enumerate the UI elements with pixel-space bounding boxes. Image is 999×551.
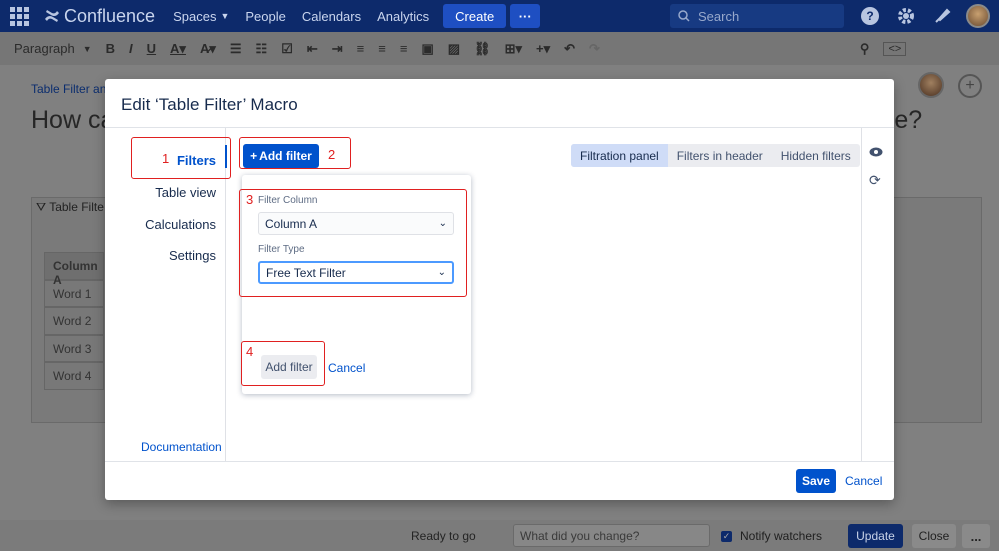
annotation-number-4: 4 <box>246 344 254 359</box>
annotation-number-1: 1 <box>162 151 170 166</box>
table-row: Word 3 <box>44 334 104 362</box>
editor-toolbar: Paragraph ▼ B I U A▾ A̷▾ ☰ ☷ ☑ ⇤ ⇥ ≡ ≡ ≡ … <box>0 32 999 65</box>
table-row: Word 4 <box>44 362 104 390</box>
table-icon[interactable]: ⊞▾ <box>505 41 522 57</box>
filter-icon: ⛛ <box>36 200 50 214</box>
add-filter-label: Add filter <box>259 149 312 163</box>
eye-icon[interactable] <box>869 145 883 160</box>
notify-label: Notify watchers <box>740 529 823 543</box>
create-button[interactable]: Create <box>443 4 507 28</box>
main-nav: Spaces ▼ People Calendars Analytics <box>173 9 429 24</box>
link-icon[interactable]: ⛓ <box>474 41 491 57</box>
layout-icon[interactable]: ▣ <box>421 41 433 57</box>
cancel-button[interactable]: Cancel <box>845 474 882 488</box>
annotation-number-2: 2 <box>328 147 336 162</box>
preview-table: Column A Word 1 Word 2 Word 3 Word 4 <box>44 252 104 390</box>
confluence-icon <box>45 10 59 22</box>
italic-icon[interactable]: I <box>129 41 133 56</box>
align-center-icon[interactable]: ≡ <box>378 41 386 56</box>
bullet-list-icon[interactable]: ☰ <box>230 41 242 57</box>
task-list-icon[interactable]: ☑ <box>281 41 293 57</box>
nav-people[interactable]: People <box>245 9 285 24</box>
align-right-icon[interactable]: ≡ <box>400 41 408 56</box>
sidebar-item-settings[interactable]: Settings <box>169 248 216 263</box>
align-left-icon[interactable]: ≡ <box>357 41 365 56</box>
annotation-number-3: 3 <box>246 192 254 207</box>
page-title[interactable]: How ca <box>31 106 114 135</box>
tab-filters-in-header[interactable]: Filters in header <box>668 144 772 167</box>
redo-icon[interactable]: ↷ <box>589 41 600 57</box>
top-navigation: Confluence Spaces ▼ People Calendars Anal… <box>0 0 999 32</box>
tab-filtration-panel[interactable]: Filtration panel <box>571 144 668 167</box>
nav-spaces-label: Spaces <box>173 8 217 24</box>
top-right-icons: ? <box>858 4 990 28</box>
insert-icon[interactable]: +▾ <box>536 41 550 57</box>
macro-editor-dialog: Edit ‘Table Filter’ Macro Filters Table … <box>105 79 894 500</box>
paragraph-style-select[interactable]: Paragraph ▼ <box>14 41 92 56</box>
source-icon[interactable]: <> <box>883 41 907 56</box>
save-button[interactable]: Save <box>796 469 836 493</box>
image-icon[interactable]: ▨ <box>448 41 460 57</box>
app-switcher-icon[interactable] <box>10 6 32 26</box>
notify-watchers-checkbox[interactable]: ✓ Notify watchers <box>721 529 822 543</box>
chevron-down-icon: ▼ <box>82 43 92 54</box>
macro-label-text: Table Filte <box>49 200 104 214</box>
help-icon[interactable]: ? <box>858 4 882 28</box>
macro-label: ⛛ Table Filte <box>36 200 104 215</box>
search-icon <box>678 10 690 22</box>
documentation-link[interactable]: Documentation <box>141 440 222 454</box>
underline-icon[interactable]: U <box>147 41 156 56</box>
collaborator-avatar <box>918 72 944 98</box>
numbered-list-icon[interactable]: ☷ <box>256 41 268 57</box>
nav-calendars[interactable]: Calendars <box>302 9 361 24</box>
checkbox-checked-icon: ✓ <box>721 530 732 542</box>
dialog-title: Edit ‘Table Filter’ Macro <box>121 95 298 114</box>
sidebar-item-table-view[interactable]: Table view <box>155 185 216 200</box>
find-icon[interactable]: ⚲ <box>860 41 870 57</box>
divider <box>861 128 862 461</box>
create-more-button[interactable]: ··· <box>510 4 541 28</box>
svg-text:?: ? <box>866 9 873 23</box>
text-color-icon[interactable]: A▾ <box>170 41 186 57</box>
search-input[interactable]: Search <box>670 4 844 28</box>
chevron-down-icon: ▼ <box>220 11 230 21</box>
nav-spaces[interactable]: Spaces ▼ <box>173 9 229 24</box>
bold-icon[interactable]: B <box>106 41 115 56</box>
close-button[interactable]: Close <box>912 524 956 548</box>
tab-hidden-filters[interactable]: Hidden filters <box>772 144 860 167</box>
clear-format-icon[interactable]: A̷▾ <box>200 41 216 57</box>
status-text: Ready to go <box>411 529 476 543</box>
change-message-input[interactable]: What did you change? <box>513 524 710 547</box>
gear-icon[interactable] <box>894 4 918 28</box>
preview-tools: ⟳ <box>869 145 883 189</box>
add-collaborator-icon[interactable]: + <box>958 74 982 98</box>
update-button[interactable]: Update <box>848 524 903 548</box>
breadcrumb[interactable]: Table Filter and <box>31 82 113 96</box>
user-avatar[interactable] <box>966 4 990 28</box>
refresh-icon[interactable]: ⟳ <box>869 172 883 189</box>
divider <box>105 461 894 462</box>
more-options-button[interactable]: ... <box>962 524 990 548</box>
annotation-box-3 <box>239 189 467 297</box>
confluence-logo[interactable]: Confluence <box>44 6 155 27</box>
paragraph-label: Paragraph <box>14 41 75 56</box>
product-name: Confluence <box>64 5 156 26</box>
undo-icon[interactable]: ↶ <box>564 41 575 57</box>
indent-icon[interactable]: ⇥ <box>332 41 343 57</box>
table-row: Word 2 <box>44 307 104 335</box>
outdent-icon[interactable]: ⇤ <box>307 41 318 57</box>
annotation-box-4 <box>241 341 325 386</box>
table-header: Column A <box>44 252 104 287</box>
notifications-icon[interactable] <box>930 4 954 28</box>
plus-icon: + <box>250 149 258 163</box>
nav-analytics[interactable]: Analytics <box>377 9 429 24</box>
search-placeholder: Search <box>698 8 740 24</box>
annotation-box-1 <box>131 137 231 179</box>
popup-cancel-link[interactable]: Cancel <box>328 361 365 375</box>
add-filter-button[interactable]: + Add filter <box>243 144 319 168</box>
sidebar-item-calculations[interactable]: Calculations <box>145 217 216 232</box>
filter-location-tabs: Filtration panel Filters in header Hidde… <box>571 144 860 167</box>
